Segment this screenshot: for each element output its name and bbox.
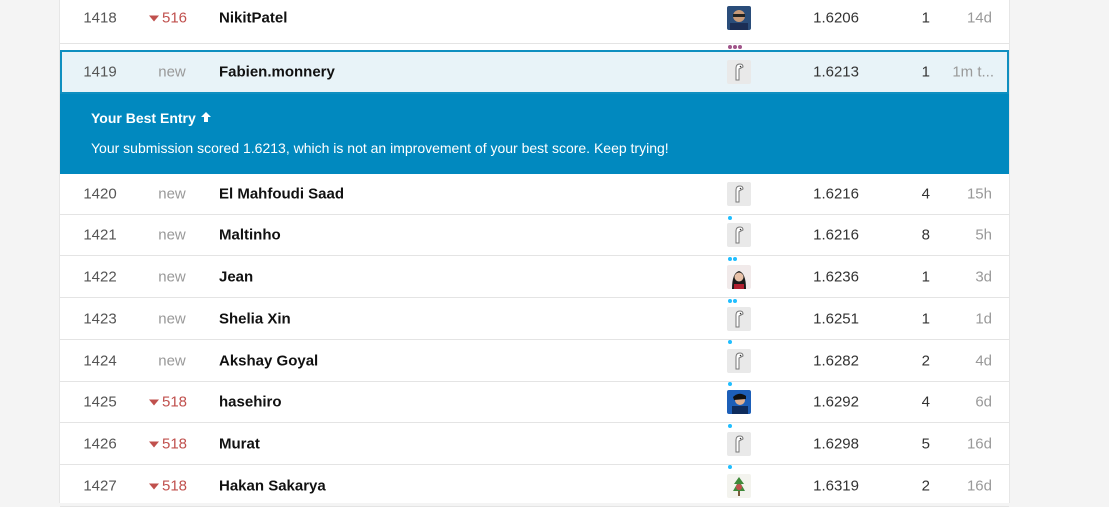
entries-cell: 1 [921, 63, 930, 81]
banner-title-text: Your Best Entry [91, 110, 196, 126]
banner-title: Your Best Entry [91, 110, 212, 126]
last-submission-cell: 5h [975, 226, 992, 244]
entries-cell: 2 [921, 352, 930, 369]
entries-cell: 4 [921, 393, 930, 411]
score-cell: 1.6251 [813, 310, 859, 327]
team-name-link[interactable]: Jean [219, 268, 253, 285]
table-row: 1427 518 Hakan Sakarya 1.6319 2 16d [60, 465, 1009, 507]
score-cell: 1.6236 [813, 268, 859, 285]
rank-cell: 1424 [83, 352, 117, 369]
table-row: 1421 new Maltinho 1.6216 8 5h [60, 215, 1009, 261]
rank-cell: 1418 [83, 9, 117, 26]
table-row: 1420 new El Mahfoudi Saad 1.6216 4 15h [60, 174, 1009, 220]
score-cell: 1.6319 [813, 477, 859, 494]
rank-change-new: new [158, 310, 186, 327]
last-submission-cell: 4d [975, 352, 992, 369]
score-cell: 1.6213 [813, 63, 859, 81]
user-avatar[interactable] [727, 390, 751, 414]
score-cell: 1.6206 [813, 9, 859, 26]
team-name-link[interactable]: El Mahfoudi Saad [219, 186, 344, 203]
team-name-link[interactable]: Maltinho [219, 227, 281, 244]
table-row: 1422 new Jean 1.6236 1 3d [60, 256, 1009, 303]
last-submission-cell: 15h [966, 185, 992, 203]
table-row: 1418 516 NikitPatel 1.6206 1 14d [60, 0, 1009, 49]
user-avatar[interactable] [727, 473, 751, 498]
rank-cell: 1427 [83, 477, 117, 494]
team-name-link[interactable]: hasehiro [219, 394, 282, 411]
rank-cell: 1422 [83, 268, 117, 285]
rank-change-new: new [158, 185, 186, 203]
goose-avatar[interactable] [727, 60, 751, 84]
rank-cell: 1426 [83, 435, 117, 452]
last-submission-cell: 14d [966, 9, 992, 26]
leaderboard: 1418 516 NikitPatel 1.6206 1 14d 1419 ne… [59, 0, 1010, 507]
goose-avatar[interactable] [727, 223, 751, 247]
score-cell: 1.6292 [813, 393, 859, 411]
rank-change-new: new [158, 268, 186, 285]
rank-change-new: new [158, 63, 186, 81]
score-cell: 1.6216 [813, 185, 859, 203]
team-name-link[interactable]: Murat [219, 435, 260, 452]
entries-cell: 1 [921, 268, 930, 285]
arrow-up-icon [200, 110, 212, 126]
banner-message: Your submission scored 1.6213, which is … [91, 140, 669, 156]
score-cell: 1.6298 [813, 435, 859, 452]
entries-cell: 1 [921, 9, 930, 26]
team-name-link[interactable]: Fabien.monnery [219, 64, 335, 81]
table-row: 1424 new Akshay Goyal 1.6282 2 4d [60, 340, 1009, 386]
team-name-link[interactable]: Hakan Sakarya [219, 477, 326, 494]
table-row-current-user: 1419 new Fabien.monnery 1.6213 1 1m t... [60, 50, 1009, 99]
rank-cell: 1425 [83, 393, 117, 411]
last-submission-cell: 1d [975, 310, 992, 327]
team-name-link[interactable]: NikitPatel [219, 9, 287, 26]
table-row: 1423 new Shelia Xin 1.6251 1 1d [60, 298, 1009, 344]
score-cell: 1.6282 [813, 352, 859, 369]
goose-avatar[interactable] [727, 182, 751, 206]
entries-cell: 2 [921, 477, 930, 494]
rank-change-down: 516 [149, 9, 197, 26]
team-name-link[interactable]: Akshay Goyal [219, 352, 318, 369]
table-row: 1426 518 Murat 1.6298 5 16d [60, 423, 1009, 469]
last-submission-cell: 16d [966, 435, 992, 452]
best-entry-banner: Your Best Entry Your submission scored 1… [60, 94, 1009, 174]
goose-avatar[interactable] [727, 348, 751, 373]
rank-change-down: 518 [149, 394, 197, 411]
score-cell: 1.6216 [813, 226, 859, 244]
rank-cell: 1420 [83, 185, 117, 203]
last-submission-cell: 6d [975, 393, 992, 411]
table-row: 1425 518 hasehiro 1.6292 4 6d [60, 382, 1009, 428]
rank-change-new: new [158, 226, 186, 244]
last-submission-cell: 16d [966, 477, 992, 494]
entries-cell: 1 [921, 310, 930, 327]
entries-cell: 5 [921, 435, 930, 452]
user-avatar[interactable] [727, 264, 751, 289]
entries-cell: 8 [921, 226, 930, 244]
entries-cell: 4 [921, 185, 930, 203]
rank-cell: 1423 [83, 310, 117, 327]
last-submission-cell: 3d [975, 268, 992, 285]
rank-cell: 1421 [83, 226, 117, 244]
rank-change-new: new [158, 352, 186, 369]
goose-avatar[interactable] [727, 431, 751, 456]
rank-change-down: 518 [149, 435, 197, 452]
rank-cell: 1419 [83, 63, 117, 81]
user-avatar[interactable] [727, 5, 751, 30]
goose-avatar[interactable] [727, 306, 751, 331]
last-submission-cell: 1m t... [952, 63, 994, 81]
team-name-link[interactable]: Shelia Xin [219, 310, 291, 327]
rank-change-down: 518 [149, 477, 197, 494]
